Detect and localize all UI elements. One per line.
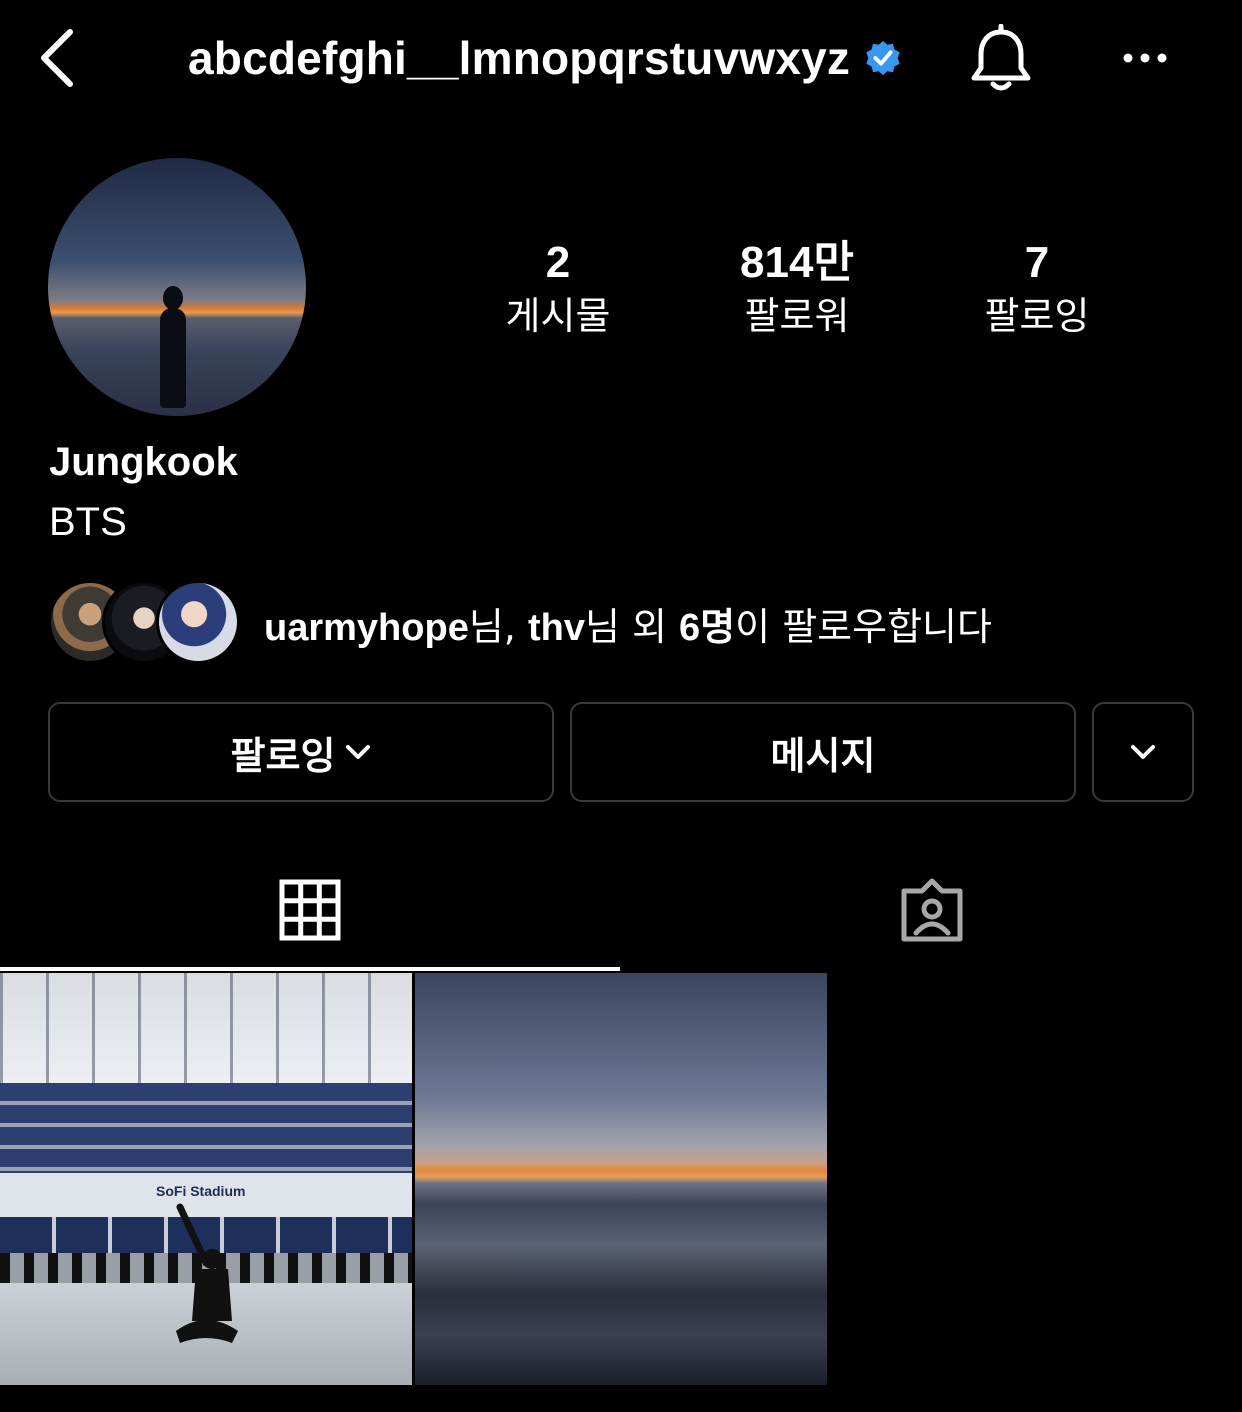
stat-value: 2 [545,238,571,287]
chevron-down-icon [346,745,371,759]
message-button[interactable]: 메시지 [570,702,1076,802]
post-thumbnail-stadium[interactable]: SoFi Stadium [0,973,412,1385]
stat-value: 7 [1024,238,1050,287]
chevron-left-icon [41,29,73,87]
following-count[interactable]: 7 팔로잉 [937,236,1137,342]
active-tab-indicator [0,967,620,971]
stat-label: 팔로워 [744,294,850,338]
grid-icon [279,879,341,941]
mutual-followers-avatars[interactable] [48,580,240,664]
following-button-label: 팔로잉 [230,733,336,778]
followed-by-suffix: 이 팔로우합니다 [735,605,992,649]
profile-avatar[interactable] [48,158,306,416]
stadium-roof [0,973,412,1083]
mutual-avatar [156,580,240,664]
stadium-banner-text: SoFi Stadium [156,1183,246,1199]
profile-name: Jungkook [49,440,238,484]
username: abcdefghi__lmnopqrstuvwxyz [188,32,851,84]
chevron-down-icon [1131,745,1155,759]
followed-by-connector: 님, [468,605,528,649]
suggested-accounts-button[interactable] [1092,702,1194,802]
profile-username-header: abcdefghi__lmnopqrstuvwxyz [188,28,902,88]
tab-posts-grid[interactable] [0,850,620,970]
tab-tagged[interactable] [622,850,1242,970]
mutual-username: uarmyhope [264,607,469,649]
back-button[interactable] [36,26,80,90]
tagged-person-icon [901,878,963,942]
post-thumbnail-sunset[interactable] [415,973,827,1385]
mutual-count: 6명 [679,607,736,649]
more-options-button[interactable] [1120,44,1170,72]
profile-bio: BTS [49,500,127,544]
verified-badge-icon [866,40,900,76]
followers-count[interactable]: 814만 팔로워 [697,236,897,342]
followed-by-text[interactable]: uarmyhope님, thv님 외 6명이 팔로우합니다 [264,596,992,651]
message-button-label: 메시지 [770,733,876,778]
seated-person-figure [176,1203,238,1343]
followed-by-connector: 님 외 [584,605,680,649]
stat-label: 게시물 [505,294,611,338]
following-button[interactable]: 팔로잉 [48,702,554,802]
bell-icon [971,23,1031,91]
stat-label: 팔로잉 [984,294,1090,338]
notifications-button[interactable] [966,23,1036,96]
posts-count[interactable]: 2 게시물 [458,236,658,342]
more-horizontal-icon [1123,53,1167,63]
avatar-figure [160,308,186,408]
mutual-username: thv [527,607,585,649]
stat-value: 814만 [740,238,854,287]
avatar-figure-head [163,286,183,310]
